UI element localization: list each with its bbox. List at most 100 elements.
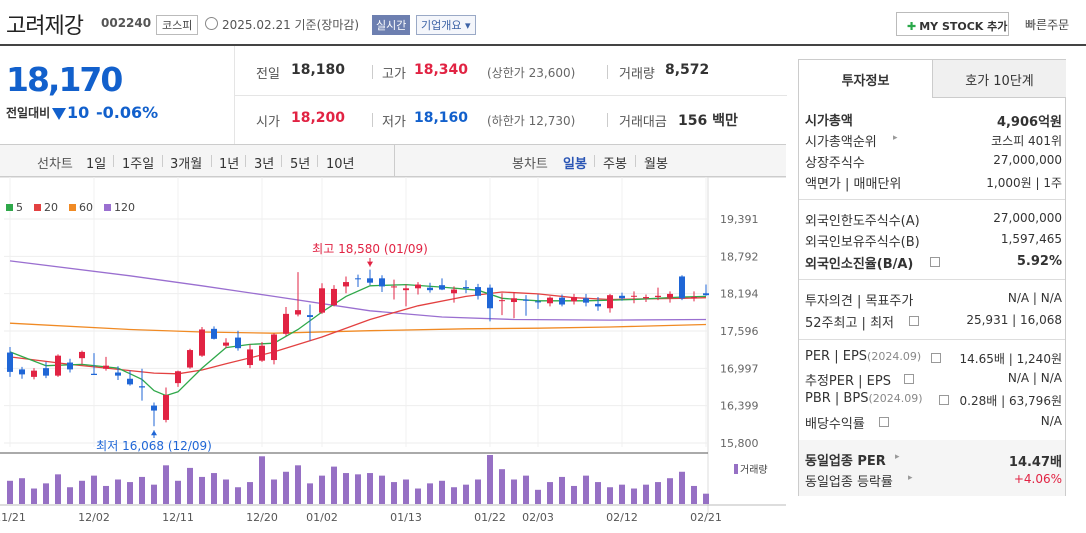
volume-bar [295,465,301,504]
info-row: 외국인소진율(B/A) 5.92% [805,253,1062,274]
help-icon[interactable] [904,374,914,384]
volume-bar [199,476,205,504]
x-tick-label: 12/20 [246,511,278,524]
quick-order-link[interactable]: 빠른주문 [1025,16,1069,33]
period-daily[interactable]: 일봉 [563,153,587,172]
period-1w[interactable]: 1주일 [122,153,154,172]
candle-body [439,285,445,290]
tab-investment-info[interactable]: 투자정보 [799,60,933,98]
candle-body [655,295,661,298]
volume-bar [43,483,49,504]
legend-swatch [34,204,41,211]
info-row: 동일업종 등락률 ▸ +4.06% [805,471,1062,492]
info-key: 투자의견 | 목표주가 [805,294,914,309]
price-stats: 전일 18,180 고가 18,340 (상한가 23,600) 거래량 8,5… [234,46,787,144]
volume-bar [439,480,445,504]
volume-bar [331,466,337,504]
candle-body [79,351,85,359]
compare-label: 전일대비 [6,106,51,120]
candle-body [163,394,169,420]
prev-close-label: 전일 [256,67,280,82]
price-chart-svg: 19,391 18,792 18,194 17,596 16,997 16,399 15,8… [0,177,786,524]
help-icon[interactable] [930,257,940,267]
candle-body [271,334,277,361]
help-icon[interactable] [939,395,949,405]
help-icon[interactable] [909,316,919,326]
period-monthly[interactable]: 월봉 [644,153,668,172]
period-10y[interactable]: 10년 [326,153,355,172]
candle-body [139,386,145,388]
period-3y[interactable]: 3년 [254,153,274,172]
period-1y[interactable]: 1년 [219,153,239,172]
tab-order-book[interactable]: 호가 10단계 [933,60,1066,98]
high-value: 18,340 [414,62,469,78]
candle-body [631,295,637,297]
info-key-label: PER | EPS [805,349,868,364]
price-summary: 18,170 전일대비 10 -0.06% [0,46,234,144]
volume-bar [67,487,73,504]
x-tick-label: 12/02 [78,511,110,524]
period-3m[interactable]: 3개월 [170,153,202,172]
quote-date: 2025.02.21 기준(장마감) [222,18,360,32]
current-price: 18,170 [6,60,123,99]
volume-bar [91,475,97,504]
legend-label: 120 [114,201,135,214]
volume-bar [463,484,469,504]
volume-label: 거래량 [619,67,655,82]
volume-bar [7,480,13,504]
period-5y[interactable]: 5년 [290,153,310,172]
volume-bar [163,465,169,504]
volume-bar [595,482,601,504]
info-row: 투자의견 | 목표주가 N/A | N/A [805,290,1062,311]
info-key-date: (2024.09) [868,392,923,405]
info-row: 동일업종 PER ▸ 14.47배 [805,450,1062,471]
x-tick-label: 01/02 [306,511,338,524]
info-value: N/A | N/A [1007,371,1062,385]
candle-body [703,293,709,296]
info-key-label: PBR | BPS [805,391,869,406]
candle-body [319,288,325,313]
volume-bar [451,487,457,504]
candle-body [691,297,697,299]
info-value: +4.06% [1013,472,1062,486]
add-mystock-button[interactable]: ✚ MY STOCK 추가 [896,12,1009,36]
info-value: N/A [1040,414,1062,428]
candle-body [223,342,229,346]
volume-bar [187,467,193,504]
stock-header: 고려제강 002240 코스피 2025.02.21 기준(장마감) 실시간 기… [0,0,1086,46]
legend-label: 5 [16,201,23,214]
period-divider [211,155,212,167]
info-value: 27,000,000 [993,153,1062,167]
help-icon[interactable] [879,417,889,427]
candle-body [91,373,97,376]
period-divider [594,155,595,167]
candle-body [559,297,565,305]
info-key-date: (2024.09) [867,350,922,363]
y-tick-label: 16,997 [720,362,759,375]
candle-body [535,301,541,303]
panel-divider [799,339,1065,340]
volume-bar [643,484,649,504]
panel-divider [799,199,1065,200]
y-tick-label: 15,800 [720,437,759,450]
info-row: 배당수익률 N/A [805,413,1062,434]
caret-right-icon: ▸ [895,452,900,462]
info-row: 액면가 | 매매단위 1,000원 | 1주 [805,173,1062,194]
period-weekly[interactable]: 주봉 [603,153,627,172]
y-tick-label: 18,194 [720,288,759,301]
volume-bar [703,493,709,504]
period-1d[interactable]: 1일 [86,153,106,172]
period-bar-separator [394,145,395,176]
ma5-line [9,283,707,397]
company-overview-dropdown[interactable]: 기업개요 ▾ [416,15,476,35]
price-chart[interactable]: 19,391 18,792 18,194 17,596 16,997 16,399 15,8… [0,177,786,533]
legend-swatch [104,204,111,211]
y-tick-label: 17,596 [720,325,759,338]
volume-bar [415,488,421,504]
info-key: 외국인소진율(B/A) [805,257,914,272]
candle-body [571,297,577,302]
realtime-button[interactable]: 실시간 [372,15,411,35]
help-icon[interactable] [931,353,941,363]
min-arrow-head [151,430,157,436]
volume-bar [571,485,577,504]
